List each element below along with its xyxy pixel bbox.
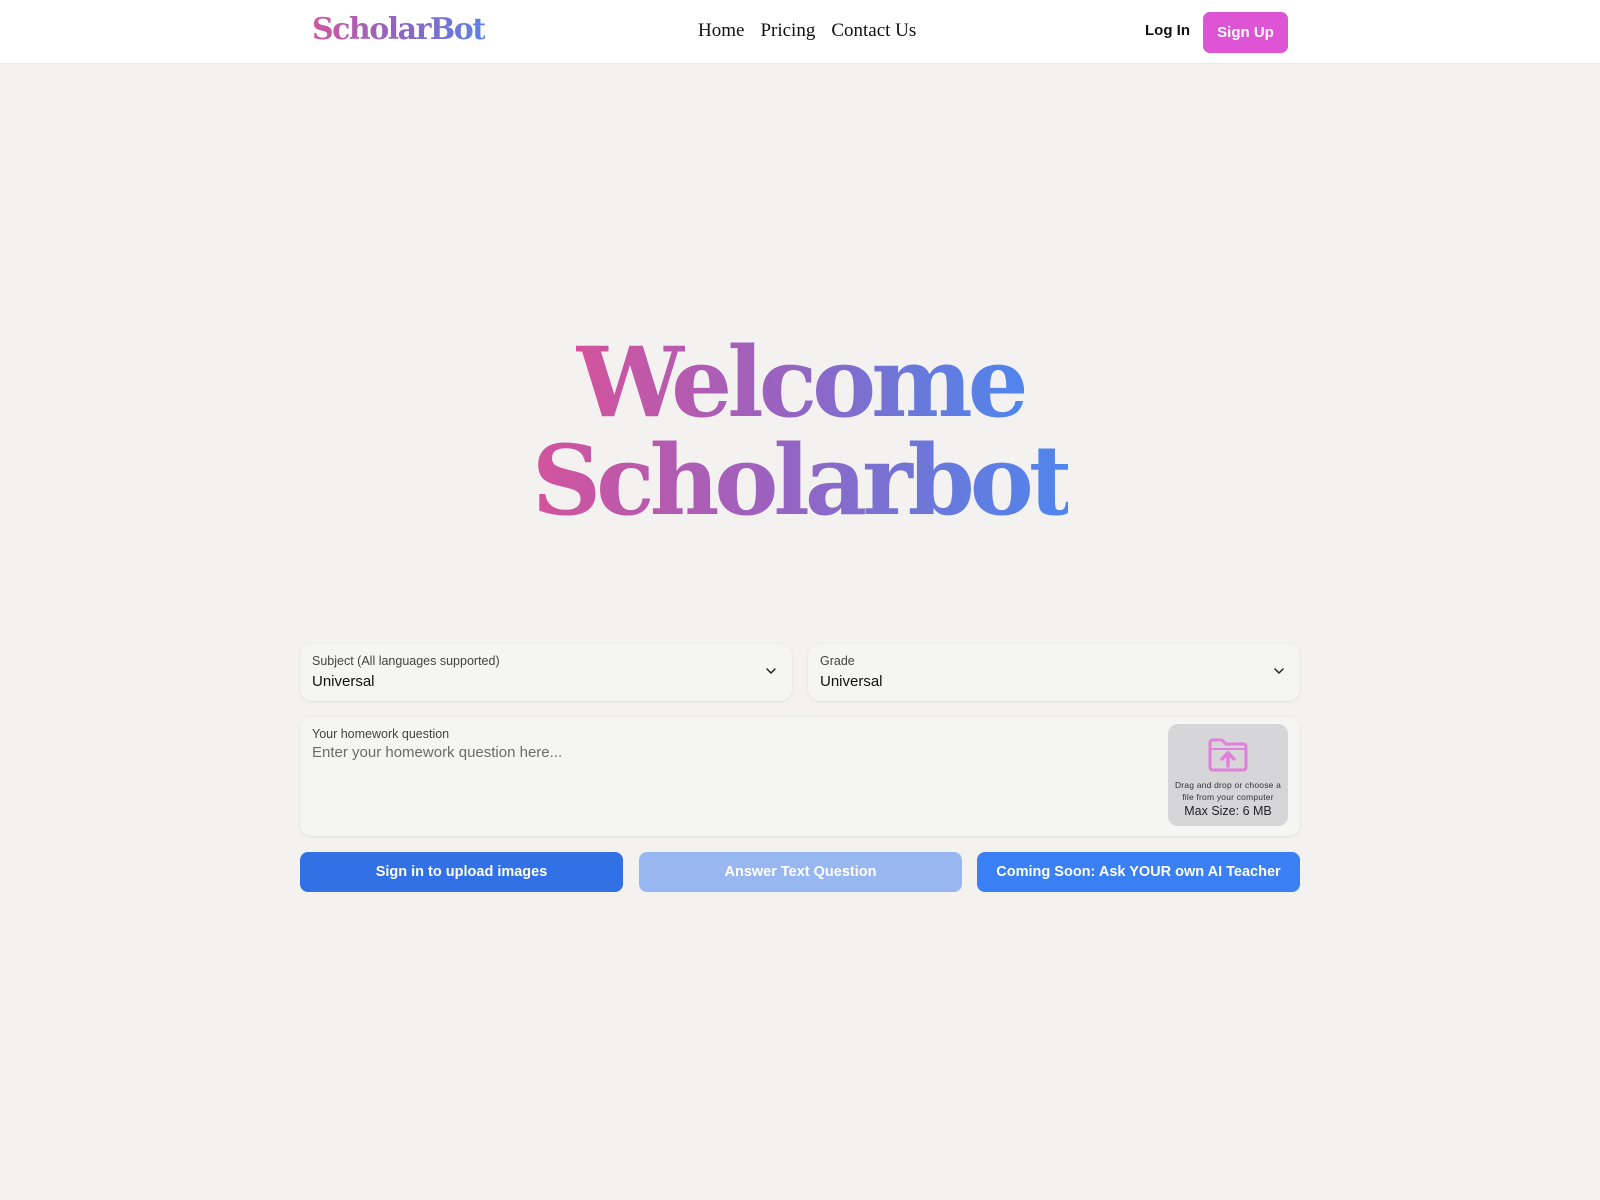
question-label: Your homework question [312,727,450,741]
nav-contact-us[interactable]: Contact Us [831,20,916,42]
sign-in-to-upload-button[interactable]: Sign in to upload images [300,852,623,892]
folder-upload-icon [1208,738,1248,772]
dropzone-max-size: Max Size: 6 MB [1184,804,1272,818]
signup-button[interactable]: Sign Up [1203,12,1288,53]
ai-teacher-button[interactable]: Coming Soon: Ask YOUR own AI Teacher [977,852,1300,892]
chevron-down-icon[interactable] [1272,666,1286,676]
dropzone-instructions: Drag and drop or choose a file from your… [1174,780,1282,802]
grade-select[interactable]: Grade Universal [808,644,1300,701]
login-link[interactable]: Log In [1145,22,1190,39]
question-input[interactable] [312,744,1152,824]
subject-select[interactable]: Subject (All languages supported) Univer… [300,644,792,701]
question-field: Your homework question Drag and drop or … [300,717,1300,836]
nav-home[interactable]: Home [698,20,744,42]
nav-links: Home Pricing Contact Us [698,20,916,42]
answer-text-question-button[interactable]: Answer Text Question [639,852,962,892]
subject-value: Universal [312,673,375,690]
hero-line-2: Scholarbot [531,424,1073,537]
navbar: ScholarBot Home Pricing Contact Us Log I… [0,0,1600,64]
chevron-down-icon[interactable] [764,666,778,676]
nav-pricing[interactable]: Pricing [760,20,815,42]
file-dropzone[interactable]: Drag and drop or choose a file from your… [1168,724,1288,826]
hero-title: Welcome Scholarbot [0,334,1600,530]
grade-label: Grade [820,654,855,668]
logo[interactable]: ScholarBot [312,12,486,47]
grade-value: Universal [820,673,883,690]
subject-label: Subject (All languages supported) [312,654,500,668]
hero-line-1: Welcome [576,326,1029,439]
